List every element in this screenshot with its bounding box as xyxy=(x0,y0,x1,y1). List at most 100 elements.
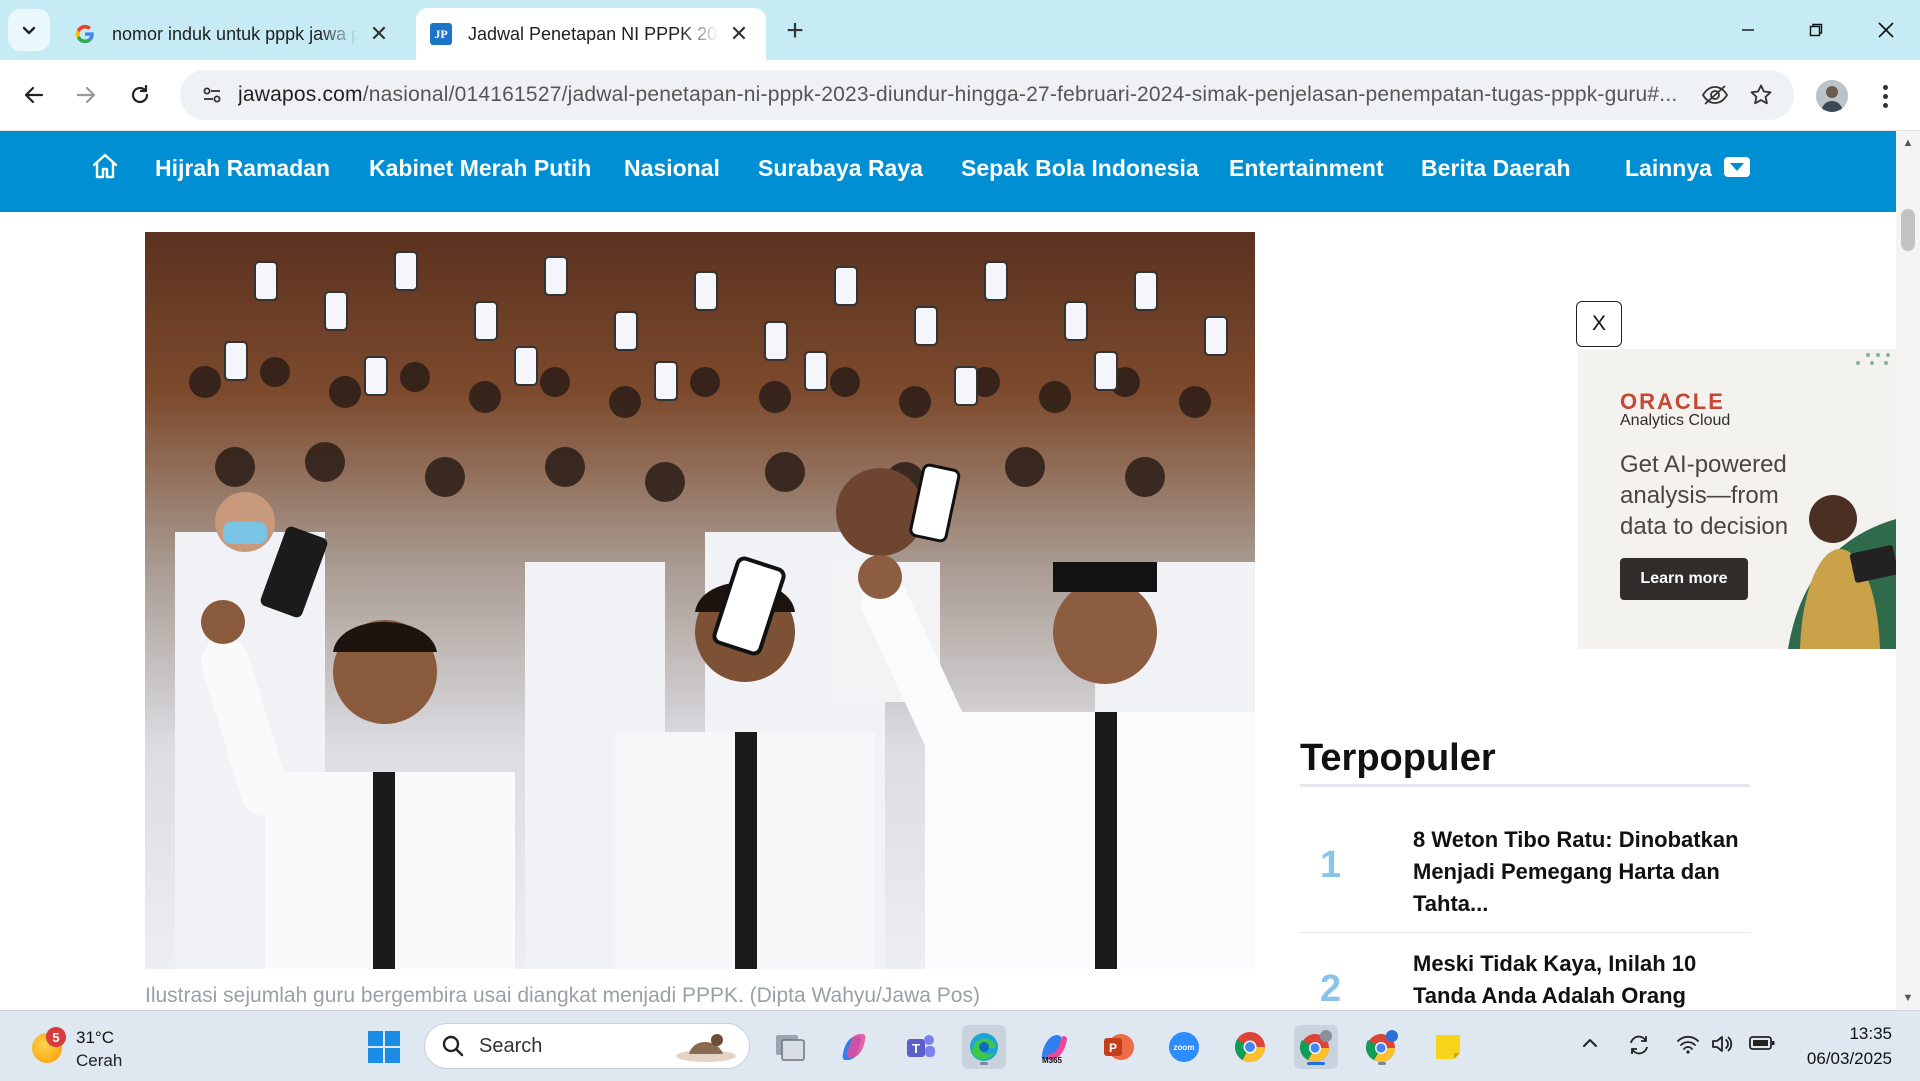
svg-text:T: T xyxy=(912,1041,920,1056)
reload-button[interactable] xyxy=(118,73,162,117)
browser-menu-button[interactable] xyxy=(1870,78,1900,114)
bookmark-star-icon[interactable] xyxy=(1738,83,1784,107)
task-view-button[interactable] xyxy=(768,1025,812,1069)
nav-item-hijrah-ramadan[interactable]: Hijrah Ramadan xyxy=(155,155,330,182)
popular-item[interactable]: 2 Meski Tidak Kaya, Inilah 10 Tanda Anda… xyxy=(1300,948,1750,1010)
ad-close-button[interactable]: X xyxy=(1576,301,1622,347)
chrome-profile-2-button[interactable] xyxy=(1360,1025,1404,1069)
weather-widget[interactable]: 5 31°C Cerah xyxy=(28,1023,168,1071)
restore-button[interactable] xyxy=(1788,8,1844,52)
browser-toolbar: jawapos.com/nasional/014161527/jadwal-pe… xyxy=(0,60,1920,131)
address-bar[interactable]: jawapos.com/nasional/014161527/jadwal-pe… xyxy=(180,70,1794,120)
ad-product: Analytics Cloud xyxy=(1620,412,1731,429)
nav-item-sepak-bola-indonesia[interactable]: Sepak Bola Indonesia xyxy=(961,155,1199,182)
close-window-button[interactable] xyxy=(1858,8,1914,52)
running-indicator xyxy=(1378,1062,1386,1065)
svg-text:zoom: zoom xyxy=(1174,1043,1195,1052)
article-photo[interactable] xyxy=(145,232,1255,969)
url-host: jawapos.com xyxy=(238,83,363,106)
minimize-icon xyxy=(1742,29,1754,31)
restore-icon xyxy=(1809,23,1823,37)
copilot-button[interactable] xyxy=(832,1025,876,1069)
tab-strip: nomor induk untuk pppk jawa p ✕ JP Jadwa… xyxy=(0,0,1920,60)
teams-icon: T xyxy=(907,1035,935,1057)
nav-item-label: Lainnya xyxy=(1625,155,1712,181)
volume-icon[interactable] xyxy=(1710,1033,1734,1061)
crowd-illustration-image xyxy=(145,232,1255,969)
nav-item-lainnya[interactable]: Lainnya xyxy=(1625,155,1750,182)
google-icon xyxy=(74,23,96,45)
nav-item-kabinet-merah-putih[interactable]: Kabinet Merah Putih xyxy=(369,155,591,182)
site-navigation: Hijrah Ramadan Kabinet Merah Putih Nasio… xyxy=(0,131,1896,212)
zoom-icon: zoom xyxy=(1169,1032,1199,1062)
tab-title: Jadwal Penetapan NI PPPK 2023 xyxy=(468,23,718,44)
scroll-down-icon[interactable]: ▼ xyxy=(1896,988,1920,1008)
powerpoint-icon: P xyxy=(1104,1034,1134,1060)
back-button[interactable] xyxy=(12,73,56,117)
powerpoint-button[interactable]: P xyxy=(1096,1025,1140,1069)
nav-item-nasional[interactable]: Nasional xyxy=(624,155,720,182)
edge-button[interactable] xyxy=(962,1025,1006,1069)
ad-learn-more-button[interactable]: Learn more xyxy=(1620,558,1748,600)
nav-item-surabaya-raya[interactable]: Surabaya Raya xyxy=(758,155,923,182)
popular-section-title: Terpopuler xyxy=(1300,737,1496,779)
nav-item-berita-daerah[interactable]: Berita Daerah xyxy=(1421,155,1571,182)
teams-button[interactable]: T xyxy=(898,1025,942,1069)
arrow-right-icon xyxy=(76,86,96,104)
chrome-profile-button[interactable] xyxy=(1294,1025,1338,1069)
popular-item-title[interactable]: Meski Tidak Kaya, Inilah 10 Tanda Anda A… xyxy=(1413,948,1743,1010)
popular-rank: 1 xyxy=(1320,844,1342,886)
m365-icon: M365 xyxy=(1041,1035,1067,1065)
start-button[interactable] xyxy=(362,1025,406,1069)
sticky-notes-button[interactable] xyxy=(1426,1025,1470,1069)
search-highlight-icon xyxy=(676,1034,736,1062)
search-icon xyxy=(442,1035,464,1057)
site-settings-icon[interactable] xyxy=(192,84,232,106)
home-icon[interactable] xyxy=(90,151,120,181)
tab-title: nomor induk untuk pppk jawa p xyxy=(112,23,358,44)
chrome-icon xyxy=(1234,1032,1265,1063)
page-scrollbar[interactable]: ▲ ▼ xyxy=(1896,131,1920,1010)
chrome-profile-2-icon xyxy=(1365,1030,1398,1062)
profile-avatar[interactable] xyxy=(1816,80,1848,112)
new-tab-button[interactable]: + xyxy=(778,14,812,48)
sticky-notes-icon xyxy=(1436,1035,1460,1059)
jawapos-icon: JP xyxy=(430,23,452,45)
chrome-button[interactable] xyxy=(1228,1025,1272,1069)
forward-button[interactable] xyxy=(64,73,108,117)
dropdown-arrow-icon xyxy=(1723,156,1750,177)
scroll-up-icon[interactable]: ▲ xyxy=(1896,133,1920,153)
wifi-icon[interactable] xyxy=(1676,1033,1700,1061)
close-tab-icon[interactable]: ✕ xyxy=(366,21,392,47)
zoom-button[interactable]: zoom xyxy=(1162,1025,1206,1069)
url-path: /nasional/014161527/jadwal-penetapan-ni-… xyxy=(362,83,1678,106)
scrollbar-thumb[interactable] xyxy=(1901,209,1915,251)
photo-caption: Ilustrasi sejumlah guru bergembira usai … xyxy=(145,984,980,1007)
popular-separator xyxy=(1300,932,1750,933)
taskbar-search-box[interactable]: Search xyxy=(424,1023,750,1069)
eye-slash-icon[interactable] xyxy=(1692,84,1738,106)
popular-item-title[interactable]: 8 Weton Tibo Ratu: Dinobatkan Menjadi Pe… xyxy=(1413,824,1743,920)
chevron-down-icon xyxy=(22,26,36,35)
url-text[interactable]: jawapos.com/nasional/014161527/jadwal-pe… xyxy=(238,83,1692,107)
minimize-button[interactable] xyxy=(1720,8,1776,52)
sync-icon[interactable] xyxy=(1626,1033,1652,1063)
windows-taskbar: 5 31°C Cerah Search T M365 P zoom 13:35 … xyxy=(0,1010,1920,1081)
notification-badge: 5 xyxy=(46,1027,66,1047)
chrome-profile-icon xyxy=(1299,1030,1332,1062)
nav-item-entertainment[interactable]: Entertainment xyxy=(1229,155,1384,182)
m365-button[interactable]: M365 xyxy=(1030,1025,1074,1069)
tab-google-search[interactable]: nomor induk untuk pppk jawa p ✕ xyxy=(60,8,406,60)
tab-jawapos-article[interactable]: JP Jadwal Penetapan NI PPPK 2023 ✕ xyxy=(416,8,766,60)
reload-icon xyxy=(131,84,149,104)
popular-item[interactable]: 1 8 Weton Tibo Ratu: Dinobatkan Menjadi … xyxy=(1300,824,1750,924)
popular-divider xyxy=(1300,784,1750,787)
show-hidden-icons-button[interactable] xyxy=(1580,1033,1600,1059)
search-label: Search xyxy=(479,1034,543,1057)
system-clock[interactable]: 13:35 06/03/2025 xyxy=(1807,1021,1892,1071)
task-view-icon xyxy=(776,1035,805,1061)
tab-search-button[interactable] xyxy=(8,9,50,51)
battery-icon[interactable] xyxy=(1748,1033,1776,1059)
close-tab-icon[interactable]: ✕ xyxy=(726,21,752,47)
oracle-advertisement[interactable]: ORACLE Analytics Cloud Get AI-powered an… xyxy=(1578,349,1896,649)
